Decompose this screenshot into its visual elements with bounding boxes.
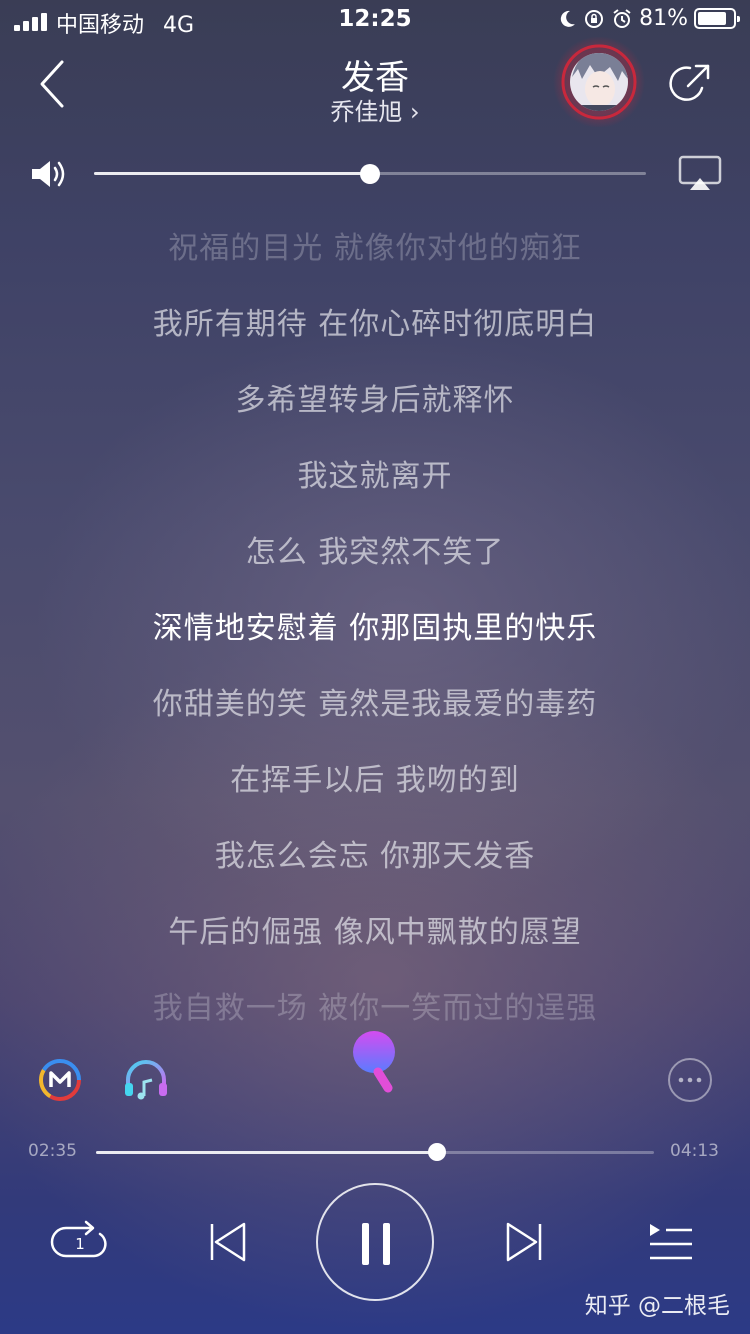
repeat-one-icon[interactable]: 1 [50,1212,110,1272]
m-logo-icon[interactable] [36,1056,84,1104]
lyric-line: 我这就离开 [297,459,453,494]
lyric-line: 怎么 我突然不笑了 [245,535,505,570]
rotation-lock-icon [585,9,604,28]
volume-slider-knob[interactable] [360,164,380,184]
lyric-line-current: 深情地安慰着 你那固执里的快乐 [152,611,598,646]
alarm-icon [613,8,631,28]
battery-icon [694,8,740,29]
battery-percent: 81% [639,6,688,31]
previous-icon[interactable] [198,1212,258,1272]
watermark: 知乎 @二根毛 [584,1293,730,1319]
headphone-effect-icon[interactable] [122,1056,170,1104]
lyric-line: 你甜美的笑 竟然是我最爱的毒药 [152,687,598,722]
karaoke-mic-icon[interactable] [348,1028,404,1094]
elapsed-time: 02:35 [28,1141,77,1161]
lyrics-panel[interactable]: 祝福的目光 就像你对他的痴狂 我所有期待 在你心碎时彻底明白 多希望转身后就释怀 我这… [0,205,750,1035]
more-button[interactable] [668,1058,712,1102]
volume-slider-fill [94,172,370,175]
progress-bar-track[interactable] [96,1151,654,1154]
lyric-line: 在挥手以后 我吻的到 [230,763,520,798]
airplay-icon[interactable] [678,154,722,192]
status-right-group: 81% [557,6,740,31]
status-bar: 中国移动 4G 12:25 81% [0,0,750,40]
lyric-line: 我自救一场 被你一笑而过的逞强 [152,991,598,1026]
lyric-line: 我怎么会忘 你那天发香 [214,839,536,874]
repeat-one-badge: 1 [75,1235,85,1253]
lyric-line: 多希望转身后就释怀 [235,383,515,418]
volume-icon[interactable] [28,156,72,192]
lyric-line: 祝福的目光 就像你对他的痴狂 [168,231,582,266]
total-time: 04:13 [670,1141,719,1161]
pause-button[interactable] [316,1183,434,1301]
moon-icon [560,10,576,27]
share-icon[interactable] [666,60,714,108]
more-icon [678,1077,702,1083]
playlist-icon[interactable] [642,1212,702,1272]
progress-bar-fill [96,1151,438,1154]
next-icon[interactable] [494,1212,554,1272]
lyric-line: 午后的倔强 像风中飘散的愿望 [168,915,582,950]
avatar[interactable] [548,37,650,127]
progress-bar-knob[interactable] [428,1143,447,1161]
lyric-line: 我所有期待 在你心碎时彻底明白 [152,307,598,342]
